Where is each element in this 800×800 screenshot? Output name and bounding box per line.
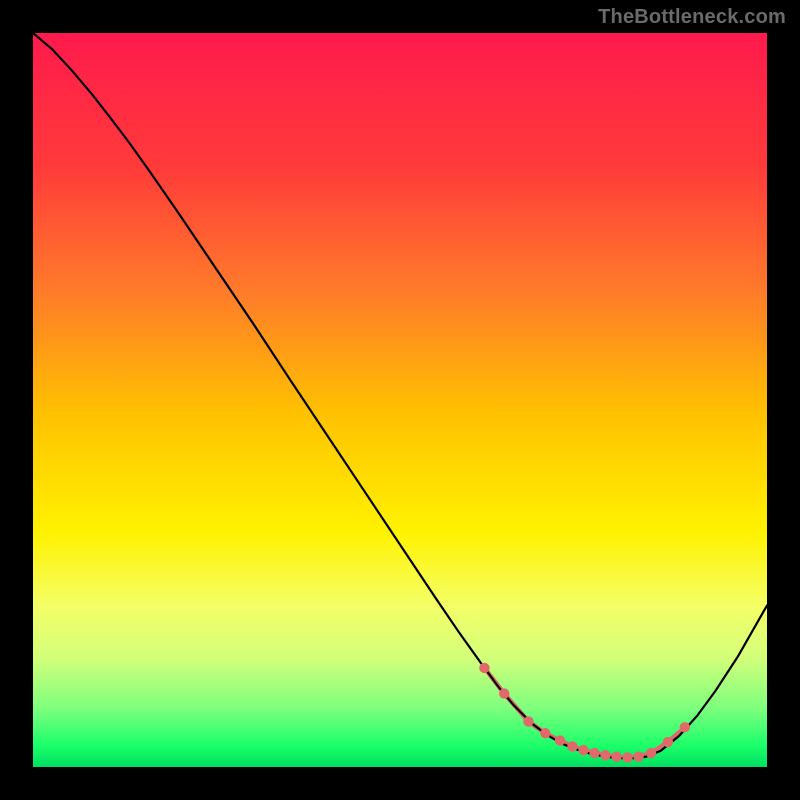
marker-dot	[578, 745, 588, 755]
marker-dot	[499, 688, 509, 698]
marker-dot	[646, 748, 656, 758]
marker-dot	[633, 752, 643, 762]
stage: TheBottleneck.com	[0, 0, 800, 800]
marker-dot	[540, 728, 550, 738]
marker-dot	[663, 737, 673, 747]
marker-dot	[680, 722, 690, 732]
marker-dot	[600, 750, 610, 760]
marker-dot	[589, 748, 599, 758]
marker-dot	[555, 735, 565, 745]
watermark-text: TheBottleneck.com	[598, 6, 786, 29]
marker-dot	[622, 752, 632, 762]
gradient-background	[33, 33, 767, 767]
plot-area	[33, 33, 767, 767]
marker-dot	[523, 716, 533, 726]
marker-dot	[567, 741, 577, 751]
marker-dot	[479, 663, 489, 673]
marker-dot	[611, 752, 621, 762]
chart-svg	[33, 33, 767, 767]
